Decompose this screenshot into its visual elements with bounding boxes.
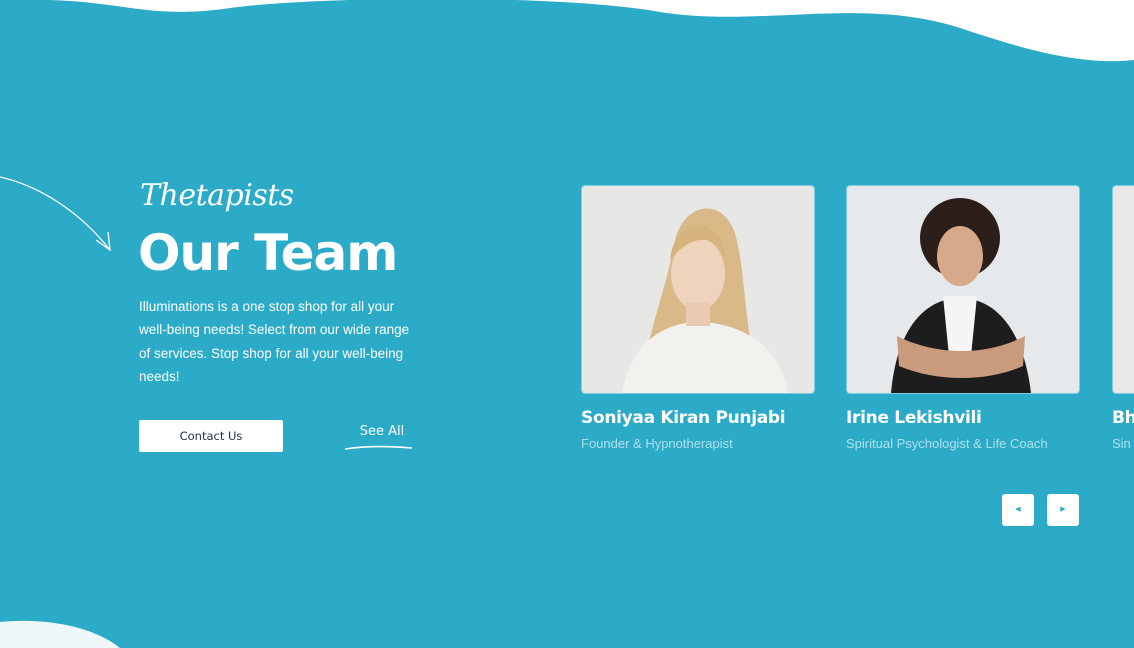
see-all-label: See All xyxy=(359,424,405,439)
section-eyebrow: Thetapists xyxy=(140,178,294,213)
section-description: Illuminations is a one stop shop for all… xyxy=(139,299,410,384)
team-card-1[interactable]: Soniyaa Kiran Punjabi Founder & Hypnothe… xyxy=(581,185,815,451)
team-member-role: Founder & Hypnotherapist xyxy=(581,436,733,451)
curved-arrow-decoration xyxy=(0,176,111,252)
team-photo-1 xyxy=(581,185,815,394)
team-member-role: Spiritual Psychologist & Life Coach xyxy=(846,436,1048,451)
caret-right-icon: ▶ xyxy=(1060,506,1066,513)
team-card-2[interactable]: Irine Lekishvili Spiritual Psychologist … xyxy=(846,185,1080,451)
top-wave-decoration xyxy=(40,0,1134,62)
section-title: Our Team xyxy=(138,224,398,282)
underline-swoosh-icon xyxy=(344,445,413,450)
contact-us-button[interactable]: Contact Us xyxy=(139,420,283,452)
team-card-3[interactable]: Bh Sin xyxy=(1112,185,1134,451)
carousel-next-button[interactable]: ▶ xyxy=(1047,494,1079,526)
team-member-name: Soniyaa Kiran Punjabi xyxy=(581,408,786,428)
team-member-name: Irine Lekishvili xyxy=(846,408,982,428)
team-photo-3 xyxy=(1112,185,1134,394)
see-all-link[interactable]: See All xyxy=(344,424,414,452)
team-member-name: Bh xyxy=(1112,408,1134,428)
carousel-prev-button[interactable]: ◀ xyxy=(1002,494,1034,526)
bottom-wave-decoration xyxy=(0,620,120,648)
team-photo-2 xyxy=(846,185,1080,394)
caret-left-icon: ◀ xyxy=(1015,506,1021,513)
team-member-role: Sin xyxy=(1112,436,1131,451)
